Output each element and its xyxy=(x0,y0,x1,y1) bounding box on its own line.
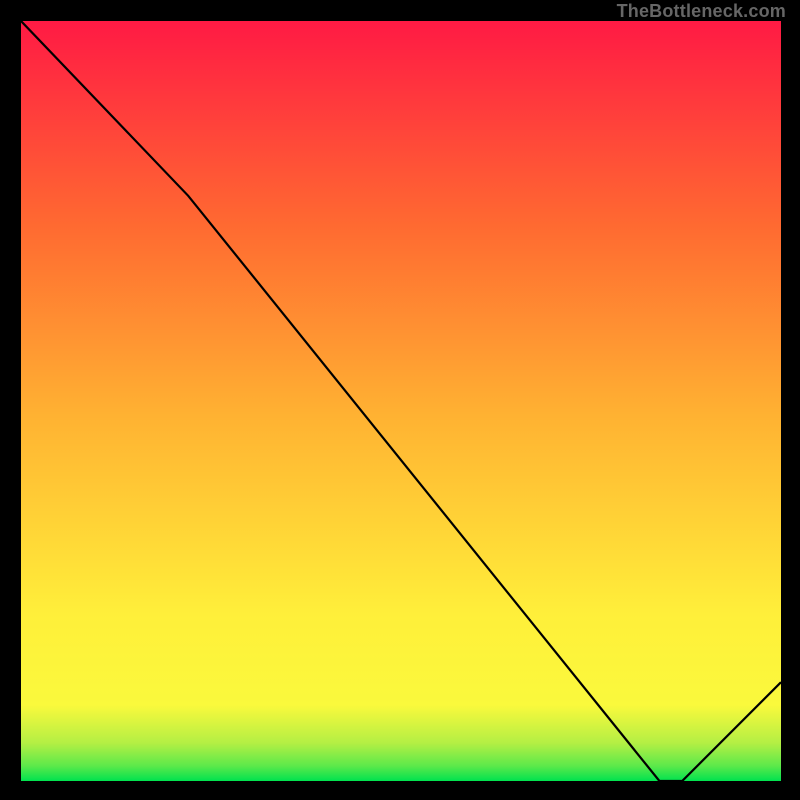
gradient-background xyxy=(21,21,781,781)
chart-svg xyxy=(21,21,781,781)
plot-area xyxy=(21,21,781,781)
chart-frame: TheBottleneck.com xyxy=(0,0,800,800)
attribution-label: TheBottleneck.com xyxy=(617,1,786,22)
